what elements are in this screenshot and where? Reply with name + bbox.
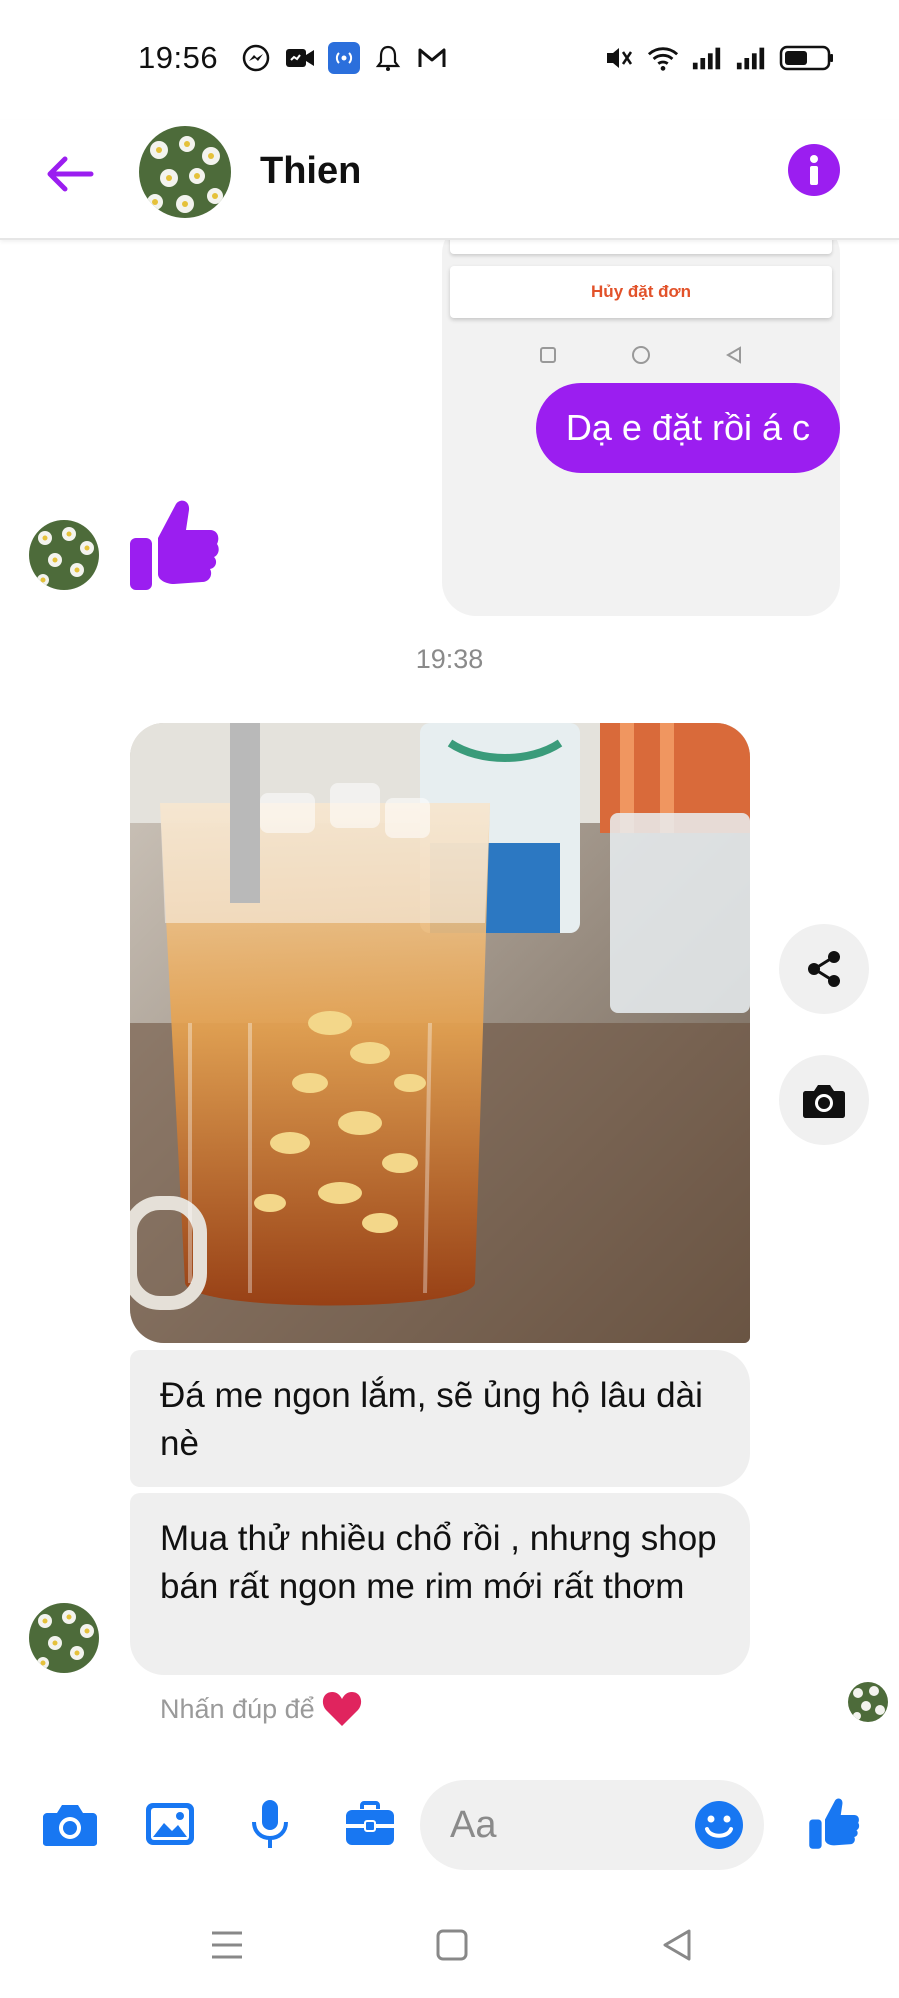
camera-button[interactable]	[40, 1794, 100, 1854]
contact-name[interactable]: Thien	[260, 150, 361, 193]
gallery-icon	[146, 1803, 194, 1845]
circle-icon	[632, 346, 650, 364]
screenshot-navbar	[442, 326, 840, 384]
system-icons	[603, 42, 835, 74]
cancel-order-label: Hủy đặt đơn	[450, 266, 832, 318]
signal-icon	[735, 42, 767, 74]
back-arrow-icon	[47, 156, 94, 192]
seen-avatar	[848, 1682, 888, 1722]
camera-button[interactable]	[779, 1055, 869, 1145]
signal-icon	[691, 42, 723, 74]
thumbs-up-icon	[130, 500, 219, 590]
thumbs-up-sticker[interactable]	[128, 498, 220, 594]
gmail-icon	[416, 42, 448, 74]
battery-icon	[779, 42, 835, 74]
recent-apps-button[interactable]	[197, 1920, 257, 1970]
chat-header: Thien	[0, 120, 899, 240]
triangle-back-icon	[663, 1929, 691, 1961]
emoji-button[interactable]	[694, 1800, 744, 1850]
shared-photo[interactable]	[130, 723, 750, 1343]
bell-icon	[372, 42, 404, 74]
double-tap-hint-text: Nhấn đúp để	[160, 1693, 315, 1724]
square-icon	[436, 1929, 468, 1961]
square-icon	[540, 347, 556, 363]
message-timestamp: 19:38	[415, 644, 484, 674]
wifi-icon	[647, 42, 679, 74]
outgoing-message[interactable]: Dạ e đặt rồi á c	[535, 383, 840, 473]
heart-icon	[322, 1692, 361, 1726]
screenshot-card	[450, 240, 832, 254]
share-icon	[808, 951, 840, 987]
video-icon	[284, 42, 316, 74]
message-composer	[0, 1770, 899, 1878]
share-button[interactable]	[779, 924, 869, 1014]
notification-icons	[240, 42, 448, 74]
home-button[interactable]	[422, 1920, 482, 1970]
status-time: 19:56	[138, 40, 219, 75]
incoming-message[interactable]: Đá me ngon lắm, sẽ ủng hộ lâu dài nè	[130, 1350, 750, 1487]
camera-icon	[43, 1805, 97, 1846]
sender-avatar[interactable]	[29, 520, 99, 590]
info-button[interactable]	[788, 144, 840, 196]
like-button[interactable]	[804, 1794, 864, 1854]
status-bar: 19:56	[0, 0, 899, 120]
system-nav-bar	[0, 1900, 899, 1998]
voice-button[interactable]	[240, 1794, 300, 1854]
menu-icon	[212, 1931, 242, 1959]
message-input[interactable]	[450, 1780, 670, 1870]
emoji-icon	[695, 1801, 743, 1849]
camera-icon	[803, 1085, 845, 1118]
mute-icon	[603, 42, 635, 74]
hotspot-icon	[328, 42, 360, 74]
double-tap-hint: Nhấn đúp để	[160, 1690, 363, 1728]
briefcase-icon	[346, 1801, 394, 1845]
info-icon	[810, 155, 818, 185]
business-tools-button[interactable]	[340, 1794, 400, 1854]
incoming-message[interactable]: Mua thử nhiều chổ rồi , nhưng shop bán r…	[130, 1493, 750, 1675]
back-button[interactable]	[40, 144, 100, 204]
mic-icon	[252, 1800, 288, 1848]
contact-avatar[interactable]	[139, 126, 231, 218]
back-nav-button[interactable]	[647, 1920, 707, 1970]
messenger-icon	[240, 42, 272, 74]
gallery-button[interactable]	[140, 1794, 200, 1854]
message-list[interactable]: Hủy đặt đơn Dạ e đặt rồi á c 19:38 Đá me…	[0, 240, 899, 1770]
sender-avatar[interactable]	[29, 1603, 99, 1673]
thumbs-up-icon	[809, 1798, 860, 1849]
message-input-container[interactable]	[420, 1780, 764, 1870]
triangle-icon	[726, 346, 741, 364]
